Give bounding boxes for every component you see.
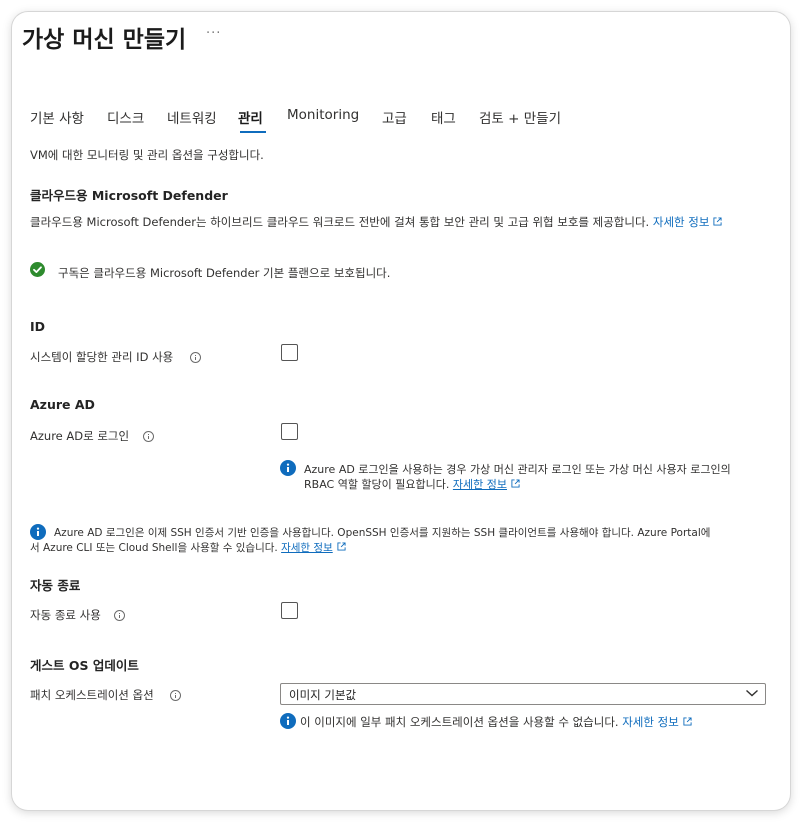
info-tooltip-icon[interactable] bbox=[114, 610, 125, 621]
guest-os-learn-more-link[interactable]: 자세한 정보 bbox=[622, 715, 679, 729]
check-circle-icon bbox=[30, 262, 45, 277]
tab-advanced[interactable]: 고급 bbox=[382, 107, 407, 127]
chevron-down-icon bbox=[746, 689, 758, 697]
external-link-icon bbox=[713, 217, 722, 226]
guest-os-info: 이 이미지에 일부 패치 오케스트레이션 옵션을 사용할 수 없습니다. 자세한… bbox=[300, 714, 692, 730]
tab-management[interactable]: 관리 bbox=[238, 107, 263, 127]
ssh-notice-line2: 서 Azure CLI 또는 Cloud Shell을 사용할 수 있습니다. … bbox=[30, 540, 346, 555]
active-tab-indicator bbox=[240, 131, 266, 133]
patch-orchestration-label: 패치 오케스트레이션 옵션 bbox=[30, 688, 154, 702]
ssh-learn-more-link[interactable]: 자세한 정보 bbox=[281, 542, 333, 554]
external-link-icon bbox=[511, 479, 520, 488]
guest-os-heading: 게스트 OS 업데이트 bbox=[30, 658, 139, 673]
page-title: 가상 머신 만들기 bbox=[22, 27, 187, 53]
tab-basics[interactable]: 기본 사항 bbox=[30, 107, 84, 127]
azure-ad-learn-more-link[interactable]: 자세한 정보 bbox=[453, 478, 507, 491]
auto-shutdown-checkbox[interactable] bbox=[281, 602, 298, 619]
patch-orchestration-select[interactable]: 이미지 기본값 bbox=[280, 683, 766, 705]
defender-status-text: 구독은 클라우드용 Microsoft Defender 기본 플랜으로 보호됩… bbox=[58, 266, 391, 280]
intro-text: VM에 대한 모니터링 및 관리 옵션을 구성합니다. bbox=[30, 148, 264, 162]
info-tooltip-icon[interactable] bbox=[170, 690, 181, 701]
azure-ad-heading: Azure AD bbox=[30, 397, 95, 412]
managed-identity-checkbox[interactable] bbox=[281, 344, 298, 361]
info-icon bbox=[280, 460, 296, 476]
tab-tags[interactable]: 태그 bbox=[431, 107, 456, 127]
external-link-icon bbox=[337, 542, 346, 551]
info-tooltip-icon[interactable] bbox=[143, 431, 154, 442]
defender-description: 클라우드용 Microsoft Defender는 하이브리드 클라우드 워크로… bbox=[30, 214, 722, 230]
identity-heading: ID bbox=[30, 319, 46, 334]
auto-shutdown-heading: 자동 종료 bbox=[30, 578, 81, 593]
info-icon bbox=[30, 524, 46, 540]
patch-orchestration-value: 이미지 기본값 bbox=[289, 688, 357, 702]
tab-review-create[interactable]: 검토 + 만들기 bbox=[479, 107, 561, 127]
tab-networking[interactable]: 네트워킹 bbox=[167, 107, 217, 127]
azure-ad-info-line2: RBAC 역할 할당이 필요합니다. 자세한 정보 bbox=[304, 476, 520, 492]
managed-identity-label: 시스템이 할당한 관리 ID 사용 bbox=[30, 350, 174, 364]
create-vm-panel: 가상 머신 만들기 ··· 기본 사항 디스크 네트워킹 관리 Monitori… bbox=[12, 12, 790, 810]
auto-shutdown-label: 자동 종료 사용 bbox=[30, 608, 101, 622]
defender-heading: 클라우드용 Microsoft Defender bbox=[30, 188, 228, 203]
defender-description-text: 클라우드용 Microsoft Defender는 하이브리드 클라우드 워크로… bbox=[30, 215, 650, 229]
info-icon bbox=[280, 713, 296, 729]
defender-learn-more-link[interactable]: 자세한 정보 bbox=[653, 215, 723, 229]
azure-ad-info-line1: Azure AD 로그인을 사용하는 경우 가상 머신 관리자 로그인 또는 가… bbox=[304, 463, 731, 476]
azure-ad-login-label: Azure AD로 로그인 bbox=[30, 429, 130, 443]
ssh-notice-line1: Azure AD 로그인은 이제 SSH 인증서 기반 인증을 사용합니다. O… bbox=[54, 527, 711, 539]
more-icon[interactable]: ··· bbox=[206, 26, 221, 41]
external-link-icon bbox=[683, 717, 692, 726]
azure-ad-login-checkbox[interactable] bbox=[281, 423, 298, 440]
tab-monitoring[interactable]: Monitoring bbox=[287, 107, 359, 123]
tab-disks[interactable]: 디스크 bbox=[107, 107, 144, 127]
info-tooltip-icon[interactable] bbox=[190, 352, 201, 363]
